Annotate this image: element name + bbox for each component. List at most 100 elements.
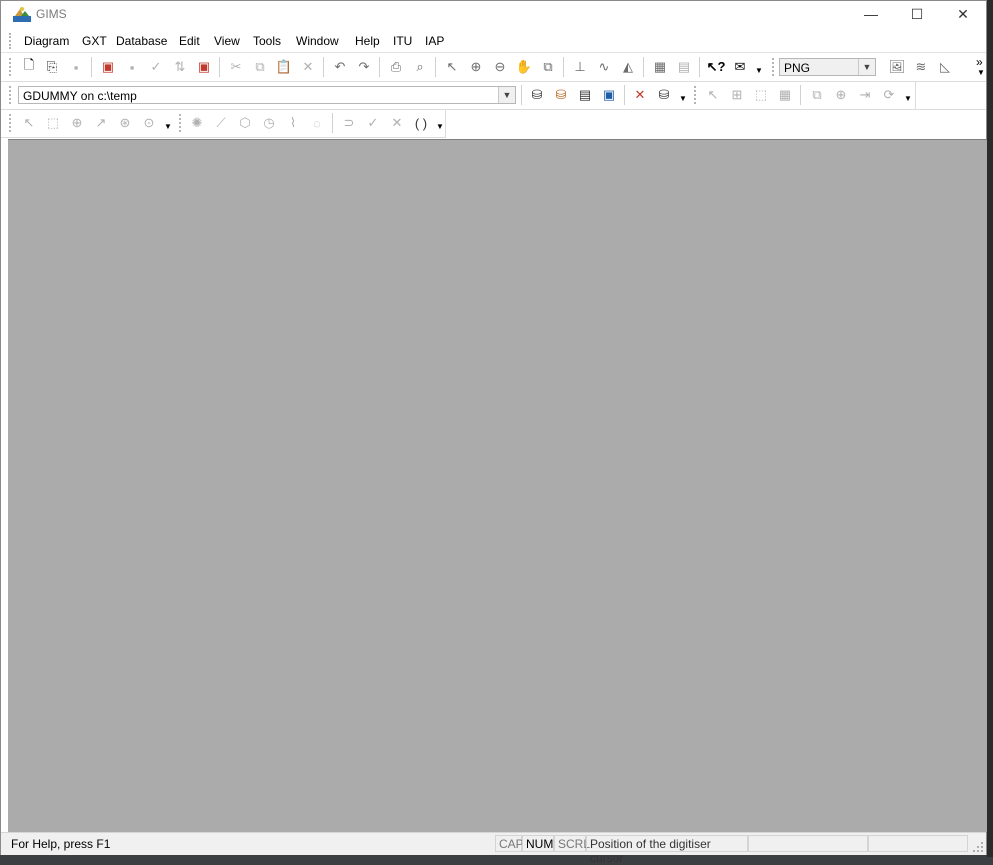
db-link-icon[interactable]: ⧉ (808, 86, 826, 104)
draw-compass-icon[interactable]: ⊙ (140, 114, 158, 132)
satellite-icon[interactable]: ∿ (595, 58, 613, 76)
print-preview-icon[interactable]: ⌕ (411, 58, 429, 76)
db-folder-icon[interactable]: ⛁ (552, 86, 570, 104)
db-query-icon[interactable]: ⊞ (728, 86, 746, 104)
shape-polygon-icon[interactable]: ⬡ (236, 114, 254, 132)
toolbar-grip[interactable] (9, 114, 14, 132)
menu-edit[interactable]: Edit (179, 34, 200, 48)
menu-gxt[interactable]: GXT (82, 34, 107, 48)
draw-select-icon[interactable]: ↖ (20, 114, 38, 132)
gxt-database-icon[interactable]: ▣ (195, 58, 213, 76)
open-icon[interactable]: ⎘ (43, 58, 61, 76)
image-format-select[interactable]: PNG ▼ (779, 58, 876, 76)
terrain-icon[interactable]: ≋ (912, 58, 930, 76)
db-open-icon[interactable]: ⛁ (528, 86, 546, 104)
antenna-icon[interactable]: ⊥ (571, 58, 589, 76)
db-table-icon[interactable]: ▤ (576, 86, 594, 104)
menu-bar: Diagram GXT Database Edit View Tools Win… (1, 30, 986, 53)
db-export-icon[interactable]: ⇥ (856, 86, 874, 104)
mail-icon[interactable]: ✉ (731, 58, 749, 76)
earth-station-icon[interactable]: ◭ (619, 58, 637, 76)
undo-icon[interactable]: ↶ (331, 58, 349, 76)
gxt-open-icon[interactable]: ▣ (99, 58, 117, 76)
db-sync-icon[interactable]: ⟳ (880, 86, 898, 104)
toolbar-grip[interactable] (179, 114, 184, 132)
toolbar-separator (699, 57, 700, 77)
status-num: NUM (522, 835, 554, 852)
menu-iap[interactable]: IAP (425, 34, 444, 48)
image-icon[interactable]: 🖼 (888, 58, 906, 76)
zoom-in-icon[interactable]: ⊕ (467, 58, 485, 76)
print-icon[interactable]: ⎙ (387, 58, 405, 76)
maximize-button[interactable]: ☐ (894, 1, 940, 27)
menu-view[interactable]: View (214, 34, 240, 48)
menu-diagram[interactable]: Diagram (24, 34, 69, 48)
toolbar-grip[interactable] (9, 58, 14, 76)
toolbar-overflow-chevron[interactable]: » (976, 55, 983, 69)
menu-window[interactable]: Window (296, 34, 339, 48)
menu-itu[interactable]: ITU (393, 34, 412, 48)
status-empty-pane (748, 835, 868, 852)
elevation-icon[interactable]: ◺ (936, 58, 954, 76)
cancel-x-icon[interactable]: ✕ (388, 114, 406, 132)
toolbar-grip[interactable] (772, 58, 777, 76)
select-pointer-icon[interactable]: ↖ (443, 58, 461, 76)
shape-clock-icon[interactable]: ◷ (260, 114, 278, 132)
edit-dropdown-arrow[interactable]: ▼ (436, 122, 444, 131)
delete-icon[interactable]: ✕ (299, 58, 317, 76)
minimize-button[interactable]: — (848, 1, 894, 27)
zoom-out-icon[interactable]: ⊖ (491, 58, 509, 76)
save-icon[interactable]: ▪ (67, 58, 85, 76)
db-tools-dropdown-arrow[interactable]: ▼ (904, 94, 912, 103)
validate-icon[interactable]: ✓ (147, 58, 165, 76)
chevron-down-icon[interactable]: ▼ (858, 59, 875, 75)
close-button[interactable]: ✕ (940, 1, 986, 27)
draw-add-point-icon[interactable]: ⊕ (68, 114, 86, 132)
copy-icon[interactable]: ⧉ (251, 58, 269, 76)
redo-icon[interactable]: ↷ (355, 58, 373, 76)
gxt-export-icon[interactable]: ⇅ (171, 58, 189, 76)
draw-select-box-icon[interactable]: ⬚ (44, 114, 62, 132)
db-map-icon[interactable]: ▣ (600, 86, 618, 104)
db-close-icon[interactable]: ✕ (631, 86, 649, 104)
db-select-icon[interactable]: ↖ (704, 86, 722, 104)
menu-help[interactable]: Help (355, 34, 380, 48)
draw-network-icon[interactable]: ⊛ (116, 114, 134, 132)
shape-arc-icon[interactable]: ⊃ (340, 114, 358, 132)
shape-path-icon[interactable]: ⌇ (284, 114, 302, 132)
toolbar-separator (332, 113, 333, 133)
workspace-area[interactable] (8, 139, 987, 832)
confirm-check-icon[interactable]: ✓ (364, 114, 382, 132)
db-stack-icon[interactable]: ⛁ (655, 86, 673, 104)
menubar-grip[interactable] (9, 33, 14, 49)
paste-icon[interactable]: 📋 (275, 58, 293, 76)
toolbar-grip[interactable] (694, 86, 699, 104)
toolbar-overflow-arrow[interactable]: ▼ (977, 68, 985, 77)
zoom-window-icon[interactable]: ⧉ (539, 58, 557, 76)
title-bar[interactable]: GIMS — ☐ ✕ (1, 1, 986, 27)
shape-freehand-icon[interactable]: ◌ (308, 114, 326, 132)
shape-polyline-icon[interactable]: ⟋ (212, 114, 230, 132)
draw-move-icon[interactable]: ↗ (92, 114, 110, 132)
db-add-icon[interactable]: ⊕ (832, 86, 850, 104)
toolbar-grip[interactable] (9, 86, 14, 104)
resize-grip-icon[interactable] (972, 841, 984, 853)
database-select[interactable]: GDUMMY on c:\temp ▼ (18, 86, 516, 104)
draw-dropdown-arrow[interactable]: ▼ (164, 122, 172, 131)
db-filter-icon[interactable]: ⬚ (752, 86, 770, 104)
grid-icon[interactable]: ▤ (675, 58, 693, 76)
pan-hand-icon[interactable]: ✋ (515, 58, 533, 76)
mail-dropdown-arrow[interactable]: ▼ (755, 66, 763, 75)
menu-database[interactable]: Database (116, 34, 167, 48)
shape-circle-icon[interactable]: ✺ (188, 114, 206, 132)
parentheses-icon[interactable]: ( ) (412, 114, 430, 132)
context-help-icon[interactable]: ↖? (707, 58, 726, 76)
cut-icon[interactable]: ✂ (227, 58, 245, 76)
db-grid-icon[interactable]: ▦ (776, 86, 794, 104)
menu-tools[interactable]: Tools (253, 34, 281, 48)
db-dropdown-arrow[interactable]: ▼ (679, 94, 687, 103)
gxt-save-icon[interactable]: ▪ (123, 58, 141, 76)
layers-icon[interactable]: ▦ (651, 58, 669, 76)
new-document-icon[interactable]: 🗋 (20, 57, 38, 76)
chevron-down-icon[interactable]: ▼ (498, 87, 515, 103)
